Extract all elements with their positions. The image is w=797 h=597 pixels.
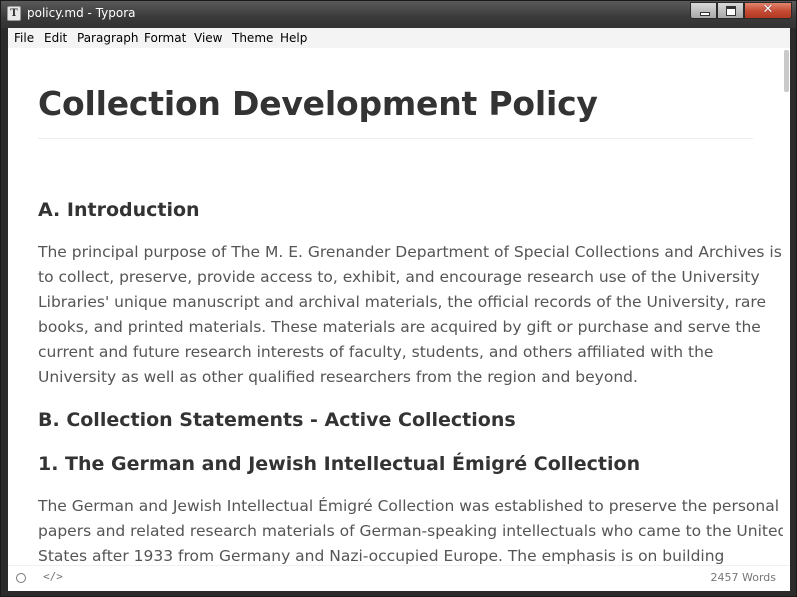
paragraph-introduction[interactable]: The principal purpose of The M. E. Grena… [38, 240, 782, 390]
scrollbar-thumb[interactable] [784, 50, 789, 92]
document-title[interactable]: Collection Development Policy [38, 84, 598, 123]
vertical-scrollbar[interactable] [783, 48, 790, 565]
title-divider [38, 138, 753, 139]
paragraph-line: to collect, preserve, provide access to,… [38, 268, 760, 286]
paragraph-line: papers and related research materials of… [38, 522, 783, 540]
paragraph-line: States after 1933 from Germany and Nazi-… [38, 547, 725, 565]
menu-paragraph[interactable]: Paragraph [77, 31, 138, 45]
heading-introduction[interactable]: A. Introduction [38, 199, 200, 221]
source-code-toggle-icon[interactable]: </> [43, 570, 63, 583]
menu-theme[interactable]: Theme [232, 31, 273, 45]
window-title: policy.md - Typora [27, 6, 136, 20]
close-icon: ✕ [762, 2, 774, 17]
menu-bar: File Edit Paragraph Format View Theme He… [8, 28, 790, 48]
word-count[interactable]: 2457 Words [711, 571, 777, 584]
typora-app-icon[interactable]: T [7, 6, 21, 21]
window-frame-bottom [1, 591, 796, 596]
menu-help[interactable]: Help [280, 31, 307, 45]
paragraph-line: Libraries' unique manuscript and archiva… [38, 293, 766, 311]
paragraph-emigre-collection[interactable]: The German and Jewish Intellectual Émigr… [38, 494, 783, 565]
paragraph-line: The principal purpose of The M. E. Grena… [38, 243, 782, 261]
paragraph-line: current and future research interests of… [38, 343, 714, 361]
minimize-button[interactable] [690, 2, 717, 19]
menu-format[interactable]: Format [144, 31, 186, 45]
status-bar: </> 2457 Words [8, 565, 790, 591]
menu-view[interactable]: View [194, 31, 222, 45]
heading-collection-statements[interactable]: B. Collection Statements - Active Collec… [38, 409, 516, 431]
editor-content[interactable]: Collection Development Policy A. Introdu… [8, 48, 783, 565]
heading-emigre-collection[interactable]: 1. The German and Jewish Intellectual Ém… [38, 453, 640, 475]
paragraph-line: books, and printed materials. These mate… [38, 318, 761, 336]
circle-icon[interactable] [16, 573, 26, 583]
title-bar[interactable]: T policy.md - Typora ✕ [1, 1, 796, 28]
menu-file[interactable]: File [14, 31, 34, 45]
paragraph-line: The German and Jewish Intellectual Émigr… [38, 497, 780, 515]
menu-edit[interactable]: Edit [44, 31, 67, 45]
close-button[interactable]: ✕ [744, 2, 792, 19]
app-window: T policy.md - Typora ✕ File Edit Paragra… [0, 0, 797, 597]
maximize-button[interactable] [717, 2, 744, 19]
paragraph-line: University as well as other qualified re… [38, 368, 638, 386]
